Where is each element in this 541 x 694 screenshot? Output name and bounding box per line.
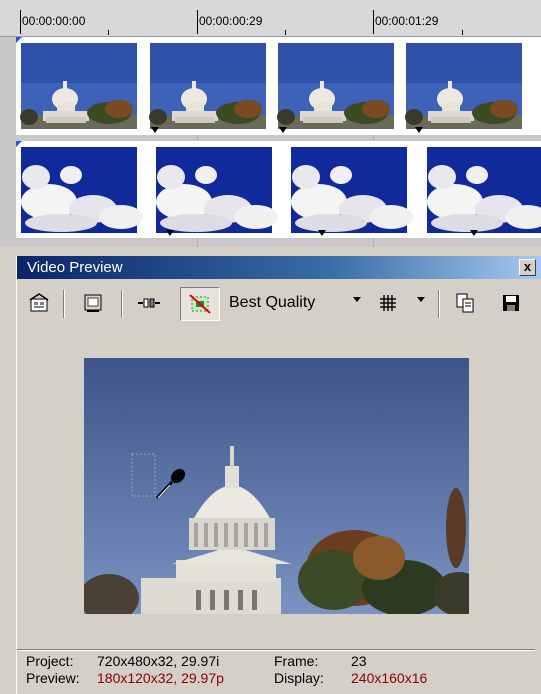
quality-dropdown-arrow[interactable] (353, 297, 361, 302)
preview-toolbar: Best Quality (17, 284, 541, 324)
save-snapshot-button[interactable] (495, 288, 527, 318)
ruler-major-tick (197, 10, 198, 34)
window-title: Video Preview (27, 259, 123, 276)
toolbar-separator (438, 290, 440, 318)
toolbar-separator (121, 290, 123, 318)
preview-quality-select[interactable]: Best Quality (229, 294, 315, 312)
frame-value: 23 (351, 653, 367, 669)
ruler-major-tick (373, 10, 374, 34)
video-track-capitol[interactable] (16, 37, 541, 135)
save-snapshot-icon (503, 295, 519, 311)
video-preview-window: Video Preview x Best Quality Project: 72… (16, 256, 541, 694)
overlays-icon (189, 294, 211, 314)
frame-label: Frame: (274, 653, 319, 669)
ruler-minor-tick (462, 30, 463, 35)
close-button[interactable]: x (519, 259, 536, 276)
ruler-label: 00:00:01:29 (375, 14, 439, 28)
clouds-clip-thumbnails[interactable] (16, 141, 541, 238)
ruler-label: 00:00:00:00 (22, 14, 86, 28)
preview-value: 180x120x32, 29.97p (97, 670, 224, 686)
project-value: 720x480x32, 29.97i (97, 653, 220, 669)
frame-marker (470, 230, 478, 236)
preview-label: Preview: (26, 670, 80, 686)
ruler-minor-tick (108, 30, 109, 35)
project-label: Project: (26, 653, 74, 669)
grid-button[interactable] (373, 288, 403, 318)
video-track-clouds[interactable] (16, 141, 541, 238)
video-frame[interactable] (84, 358, 469, 614)
external-monitor-button[interactable] (77, 288, 109, 318)
toolbar-separator (63, 290, 65, 318)
time-ruler[interactable]: 00:00:00:00 00:00:00:29 00:00:01:29 (0, 0, 541, 37)
capitol-preview-image[interactable] (84, 358, 469, 614)
timeline[interactable]: 00:00:00:00 00:00:00:29 00:00:01:29 (0, 0, 541, 247)
display-value: 240x160x16 (351, 670, 428, 686)
ruler-minor-tick (285, 30, 286, 35)
capitol-clip-thumbnails[interactable] (16, 37, 541, 135)
status-divider (17, 649, 535, 651)
properties-icon (29, 293, 49, 312)
split-screen-button[interactable] (133, 288, 165, 318)
preview-monitor-icon (84, 294, 102, 312)
frame-marker (166, 230, 174, 236)
overlays-button[interactable] (180, 287, 220, 321)
copy-snapshot-button[interactable] (449, 288, 481, 318)
frame-marker (279, 127, 287, 133)
split-screen-icon (138, 298, 160, 308)
grid-icon (380, 295, 396, 311)
frame-marker (151, 127, 159, 133)
ruler-label: 00:00:00:29 (199, 14, 263, 28)
display-label: Display: (274, 670, 324, 686)
ruler-major-tick (20, 10, 21, 34)
properties-button[interactable] (23, 288, 55, 318)
grid-dropdown-arrow[interactable] (417, 297, 425, 302)
copy-snapshot-icon (456, 293, 474, 313)
frame-marker (415, 127, 423, 133)
window-title-bar[interactable]: Video Preview x (17, 256, 541, 279)
frame-marker (318, 230, 326, 236)
